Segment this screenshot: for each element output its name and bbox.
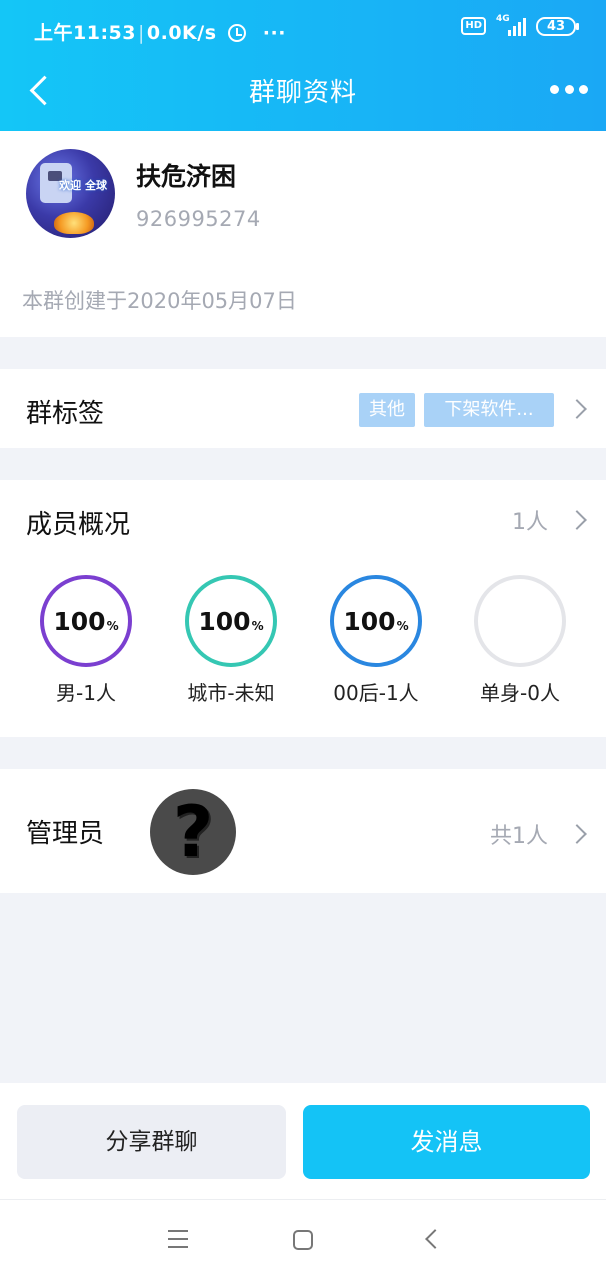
stat-value: 100 bbox=[53, 606, 106, 636]
tags-label: 群标签 bbox=[26, 399, 105, 429]
stat-ring bbox=[474, 575, 566, 667]
share-group-button[interactable]: 分享群聊 bbox=[17, 1105, 286, 1179]
chevron-right-icon bbox=[567, 510, 587, 530]
tag-delisted-software: 下架软件... bbox=[424, 393, 554, 427]
header: 上午11:53 | 0.0K/s ··· HD 4G 43 群聊资料 bbox=[0, 0, 606, 131]
stat-unit: % bbox=[396, 618, 409, 633]
members-count: 1人 bbox=[512, 510, 548, 535]
more-options-icon[interactable] bbox=[550, 74, 588, 104]
tag-other: 其他 bbox=[359, 393, 415, 427]
stat-ring: 100% bbox=[185, 575, 277, 667]
stat-value: 100 bbox=[343, 606, 396, 636]
stat-unit: % bbox=[106, 618, 119, 633]
members-label: 成员概况 bbox=[26, 510, 131, 540]
stat-single: 单身-0人 bbox=[450, 575, 590, 706]
admins-row[interactable]: 管理员 ? 共1人 bbox=[0, 769, 606, 893]
chevron-right-icon bbox=[567, 399, 587, 419]
group-created-date: 本群创建于2020年05月07日 bbox=[22, 289, 297, 313]
menu-icon[interactable] bbox=[168, 1230, 188, 1248]
stat-value: 100 bbox=[198, 606, 251, 636]
stat-label: 单身-0人 bbox=[480, 681, 560, 705]
signal-icon: 4G bbox=[496, 14, 526, 36]
stat-ring: 100% bbox=[40, 575, 132, 667]
network-type: 4G bbox=[496, 14, 510, 24]
alarm-icon bbox=[227, 24, 246, 42]
nav-bar: 群聊资料 bbox=[0, 60, 606, 122]
hd-icon: HD bbox=[461, 17, 486, 35]
page-title: 群聊资料 bbox=[248, 78, 357, 108]
group-tags-row[interactable]: 群标签 其他 下架软件... bbox=[0, 369, 606, 448]
stat-unit: % bbox=[251, 618, 264, 633]
send-message-button[interactable]: 发消息 bbox=[303, 1105, 590, 1179]
stat-gender: 100% 男-1人 bbox=[16, 575, 156, 706]
stat-ring: 100% bbox=[330, 575, 422, 667]
group-name: 扶危济困 bbox=[136, 162, 237, 191]
admins-label: 管理员 bbox=[26, 819, 105, 849]
group-info-card[interactable]: 欢迎 全球 扶危济困 926995274 本群创建于2020年05月07日 bbox=[0, 131, 606, 337]
members-overview-card[interactable]: 成员概况 1人 100% 男-1人 100% 城市-未知 100% 00后-1人… bbox=[0, 480, 606, 737]
status-time: 上午11:53 bbox=[34, 22, 136, 44]
more-notifications-icon: ··· bbox=[262, 22, 286, 44]
admins-count: 共1人 bbox=[490, 824, 548, 849]
question-mark-icon: ? bbox=[172, 791, 214, 873]
stat-city: 100% 城市-未知 bbox=[161, 575, 301, 706]
group-id: 926995274 bbox=[136, 207, 261, 231]
avatar-fire-art bbox=[54, 212, 94, 234]
home-icon[interactable] bbox=[293, 1230, 313, 1250]
system-nav-bar bbox=[0, 1199, 606, 1280]
admin-avatar[interactable]: ? bbox=[150, 789, 236, 875]
network-speed: 0.0K/s bbox=[146, 22, 217, 44]
chevron-right-icon bbox=[567, 824, 587, 844]
stat-age: 100% 00后-1人 bbox=[306, 575, 446, 706]
nav-back-icon[interactable] bbox=[425, 1229, 445, 1249]
battery-icon: 43 bbox=[536, 16, 579, 36]
stat-label: 00后-1人 bbox=[333, 681, 419, 705]
status-right: HD 4G 43 bbox=[461, 14, 579, 36]
stat-label: 男-1人 bbox=[56, 681, 116, 705]
group-avatar[interactable]: 欢迎 全球 bbox=[26, 149, 115, 238]
status-left: 上午11:53 | 0.0K/s ··· bbox=[34, 22, 286, 44]
stat-label: 城市-未知 bbox=[187, 681, 275, 705]
bottom-action-bar: 分享群聊 发消息 bbox=[0, 1083, 606, 1199]
status-bar: 上午11:53 | 0.0K/s ··· HD 4G 43 bbox=[0, 0, 606, 60]
avatar-text: 欢迎 全球 bbox=[59, 179, 107, 192]
